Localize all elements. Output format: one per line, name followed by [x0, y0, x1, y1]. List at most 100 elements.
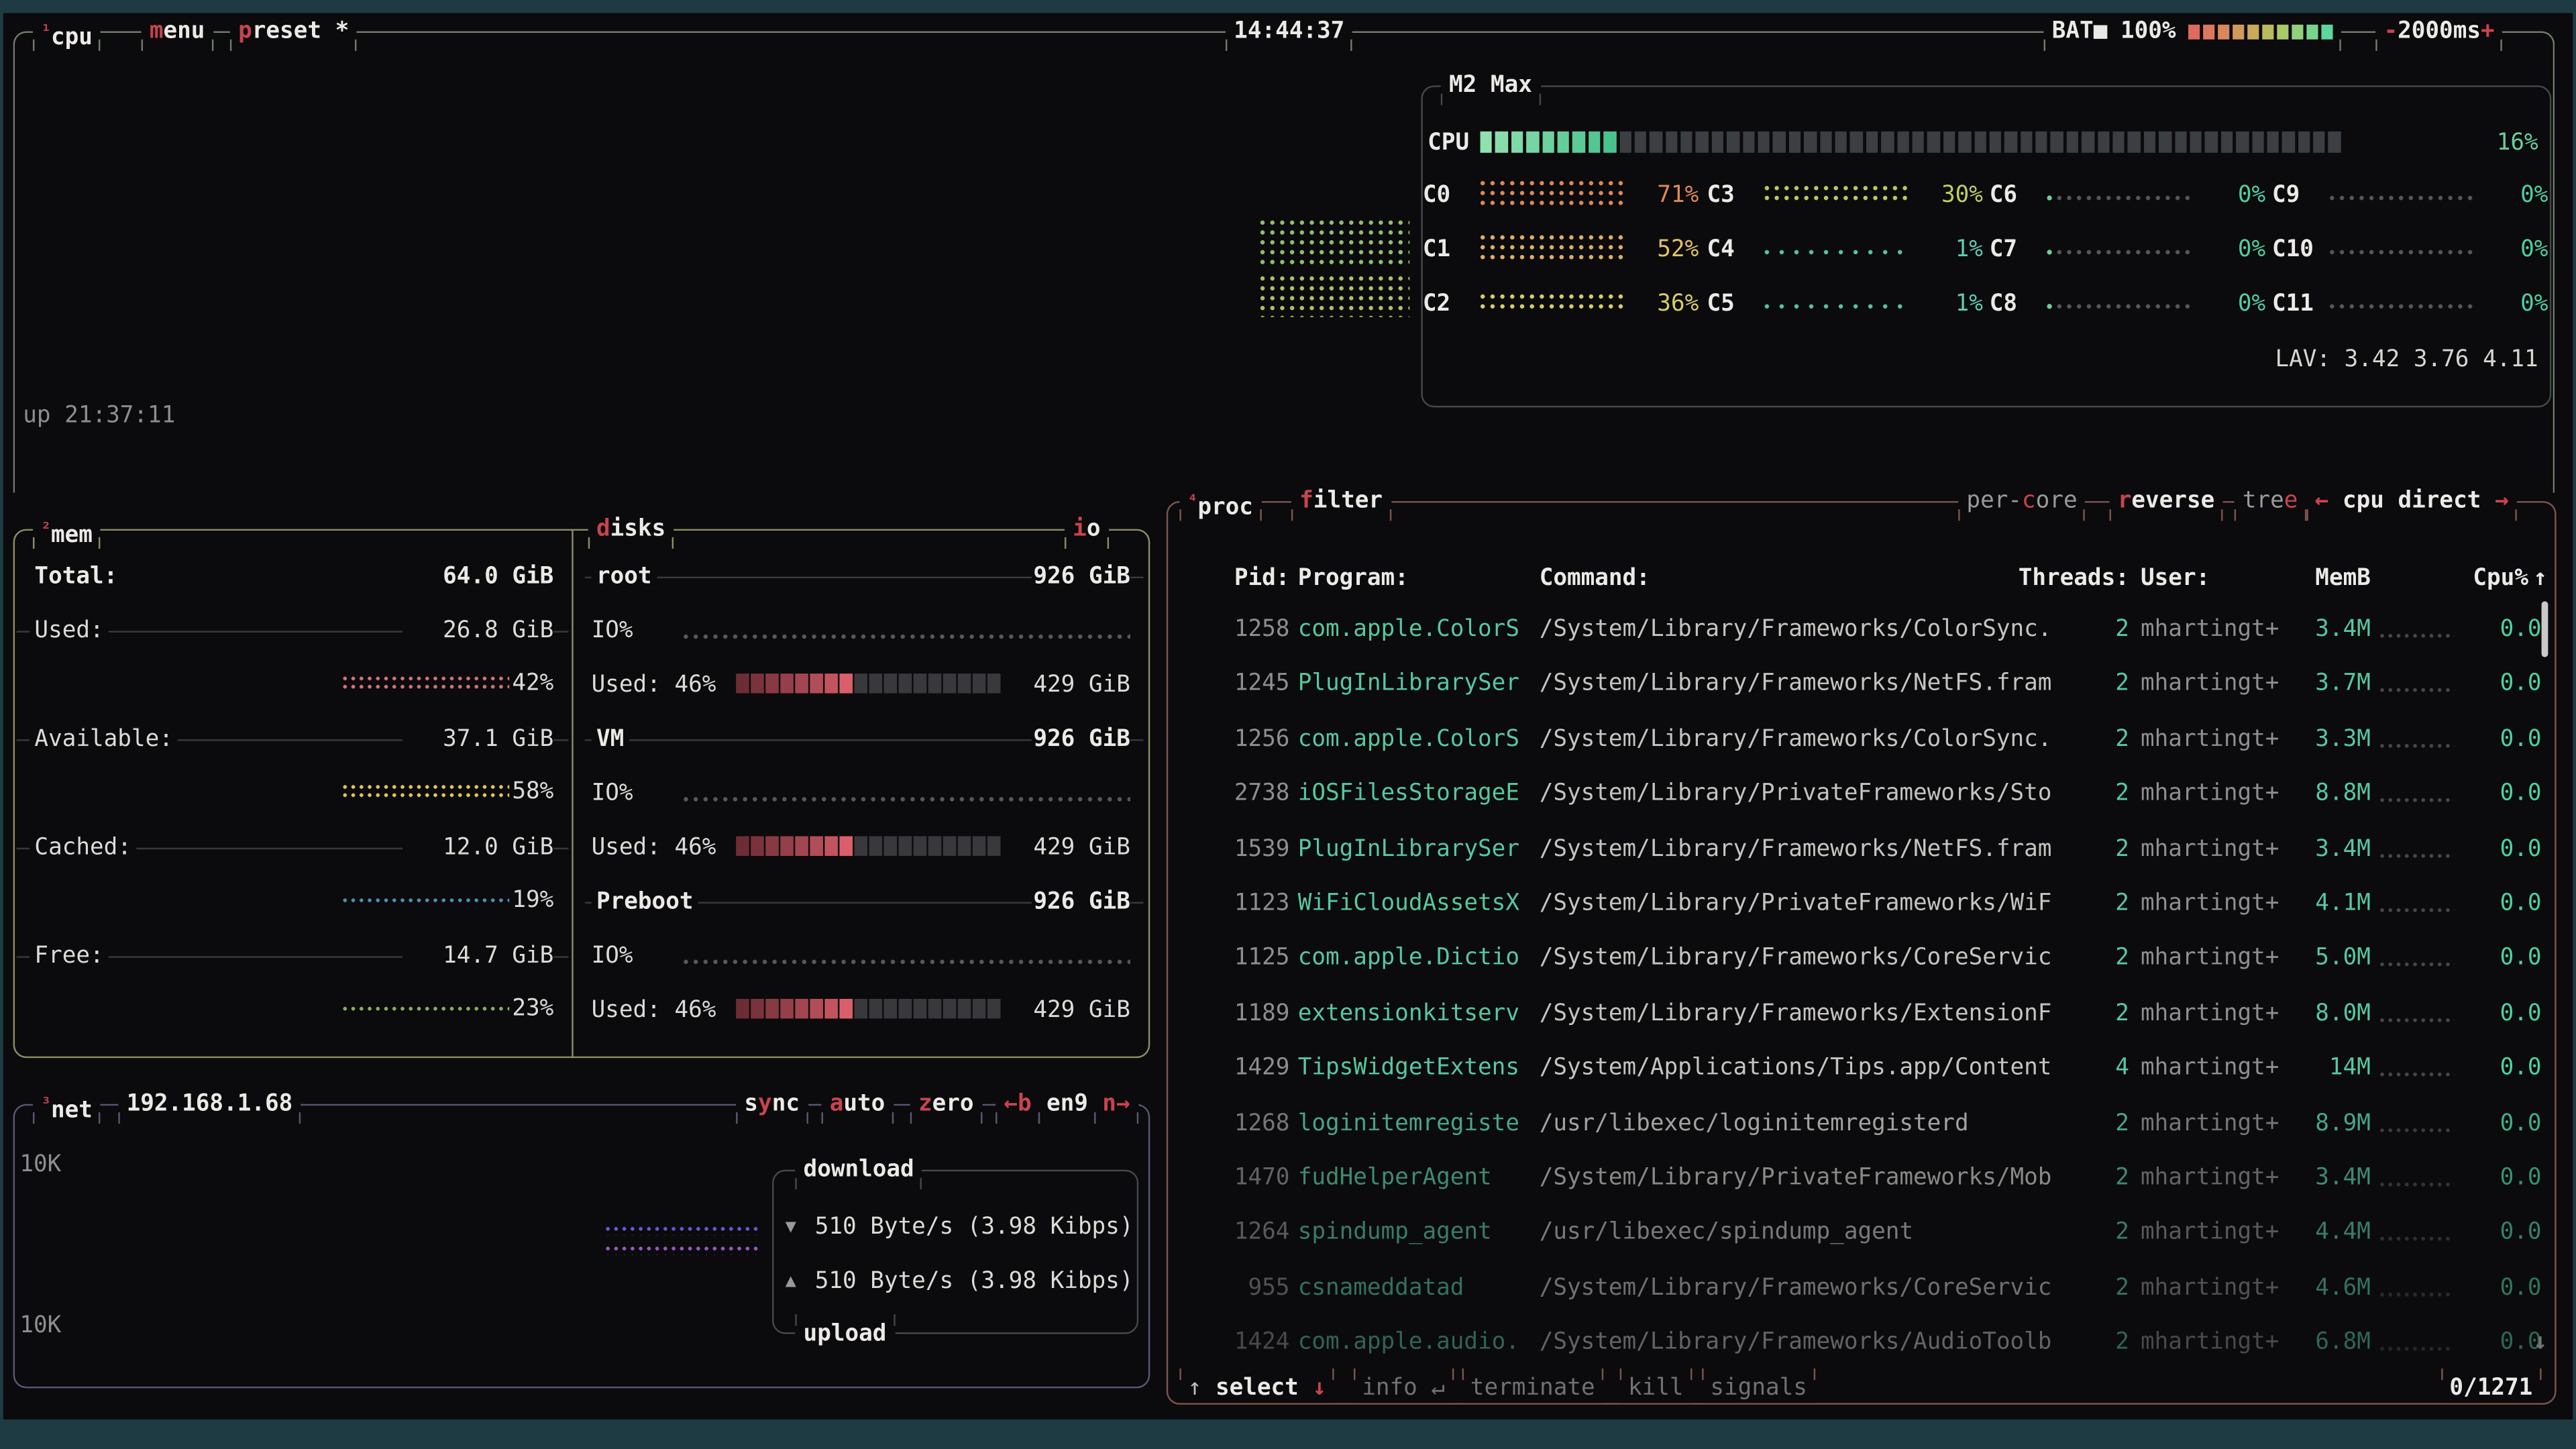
signals-button[interactable]: signals	[1702, 1375, 1815, 1403]
process-row[interactable]: 1245PlugInLibrarySer/System/Library/Fram…	[1170, 669, 2550, 702]
disk-used-segment	[884, 837, 898, 856]
column-header-program[interactable]: Program:	[1298, 564, 1409, 593]
preset-button[interactable]: preset *	[230, 18, 358, 46]
disk-used-segment	[958, 837, 971, 856]
process-row[interactable]: 1470fudHelperAgent/System/Library/Privat…	[1170, 1163, 2550, 1196]
proc-box-title[interactable]: ⁴proc	[1179, 488, 1261, 516]
core-label: C4	[1707, 235, 1734, 264]
proc-scrollbar[interactable]	[2542, 601, 2548, 657]
cpu-meter-segment	[1666, 131, 1678, 153]
disk-used-segment	[765, 999, 779, 1018]
mem-stat-value: 37.1 GiB	[402, 724, 553, 754]
process-mem: 3.3M	[2292, 724, 2371, 754]
refresh-minus-button[interactable]: -	[2383, 18, 2398, 44]
cpu-meter-segment	[2035, 131, 2047, 153]
process-row[interactable]: 1268loginitemregiste/usr/libexec/loginit…	[1170, 1109, 2550, 1142]
column-header-cpu[interactable]: Cpu%	[2456, 564, 2528, 593]
net-zero-toggle[interactable]: zero	[910, 1091, 982, 1119]
column-header-command[interactable]: Command:	[1540, 564, 1650, 593]
core-usage-graph	[1479, 233, 1623, 262]
cpu-box-title[interactable]: ¹cpu	[33, 18, 101, 46]
mem-stat-label: Free:	[30, 941, 109, 971]
proc-filter-button[interactable]: filter	[1291, 488, 1391, 516]
net-sync-toggle[interactable]: sync	[736, 1091, 808, 1119]
kill-button[interactable]: kill	[1620, 1375, 1692, 1403]
net-prev-iface-button[interactable]: ←b	[996, 1091, 1040, 1119]
disk-used-value: 429 GiB	[1032, 670, 1130, 700]
process-row[interactable]: 1256com.apple.ColorS/System/Library/Fram…	[1170, 724, 2550, 757]
net-auto-toggle[interactable]: auto	[821, 1091, 893, 1119]
column-header-user[interactable]: User:	[2141, 564, 2210, 593]
upload-speed: 510 Byte/s (3.98 Kibps)	[815, 1267, 1134, 1296]
process-row[interactable]: 1424com.apple.audio./System/Library/Fram…	[1170, 1328, 2550, 1360]
process-row[interactable]: 1258com.apple.ColorS/System/Library/Fram…	[1170, 614, 2550, 647]
core-percent: 30%	[1904, 180, 1983, 210]
cpu-meter-segment	[1742, 131, 1754, 153]
process-row[interactable]: 1429TipsWidgetExtens/System/Applications…	[1170, 1053, 2550, 1086]
select-control[interactable]: ↑ select ↓	[1179, 1375, 1334, 1403]
process-mem-graph	[2379, 633, 2455, 639]
disk-used-segment	[958, 674, 971, 693]
disk-used-segment	[884, 999, 898, 1018]
net-box-title[interactable]: ³net	[33, 1091, 101, 1119]
terminate-button[interactable]: terminate	[1462, 1375, 1603, 1403]
process-row[interactable]: 2738iOSFilesStorageE/System/Library/Priv…	[1170, 779, 2550, 812]
process-user: mhartingt+	[2141, 1053, 2279, 1083]
process-program: TipsWidgetExtens	[1298, 1053, 1519, 1083]
menu-button[interactable]: menu	[142, 18, 213, 46]
reverse-toggle[interactable]: reverse	[2109, 488, 2222, 516]
process-row[interactable]: 1264spindump_agent/usr/libexec/spindump_…	[1170, 1218, 2550, 1250]
process-threads: 2	[2017, 779, 2129, 808]
tree-toggle[interactable]: tree	[2235, 488, 2306, 516]
battery-segment	[2189, 25, 2200, 40]
column-header-pid[interactable]: Pid:	[1194, 564, 1289, 593]
disk-used-segment	[810, 837, 823, 856]
process-mem-graph	[2379, 1291, 2455, 1298]
core-label: C2	[1423, 289, 1450, 319]
process-pid: 1256	[1194, 724, 1289, 754]
info-button[interactable]: info ↵	[1354, 1375, 1453, 1403]
process-row[interactable]: 1539PlugInLibrarySer/System/Library/Fram…	[1170, 835, 2550, 867]
mem-used-percent: 42%	[488, 669, 553, 698]
disk-used-label: Used: 46%	[592, 833, 716, 863]
io-mode-toggle[interactable]: io	[1065, 516, 1109, 544]
cpu-meter-segment	[1758, 131, 1770, 153]
core-usage-graph	[2045, 248, 2190, 258]
process-row[interactable]: 1189extensionkitserv/System/Library/Fram…	[1170, 999, 2550, 1032]
load-average: LAV: 3.42 3.76 4.11	[2169, 345, 2538, 374]
mem-stat-label: Cached:	[30, 833, 136, 863]
disk-used-segment	[943, 674, 957, 693]
cpu-total-label: CPU	[1428, 128, 1469, 158]
process-row[interactable]: 1125com.apple.Dictio/System/Library/Fram…	[1170, 943, 2550, 976]
process-cpu: 0.0	[2469, 724, 2542, 754]
process-command: /usr/libexec/loginitemregisterd	[1540, 1109, 1969, 1138]
column-header-threads[interactable]: Threads:	[2017, 564, 2129, 593]
column-header-mem[interactable]: MemB	[2292, 564, 2371, 593]
net-scale-bottom: 10K	[19, 1311, 61, 1340]
process-row[interactable]: 1123WiFiCloudAssetsX/System/Library/Priv…	[1170, 889, 2550, 922]
mem-stat-label: Used:	[30, 616, 109, 645]
disks-title[interactable]: disks	[588, 516, 674, 544]
download-title: download	[795, 1157, 922, 1185]
upload-arrow-icon: ▲	[786, 1267, 796, 1296]
process-user: mhartingt+	[2141, 1273, 2279, 1303]
core-usage-graph	[2045, 194, 2190, 204]
process-row[interactable]: 955csnameddatad/System/Library/Framework…	[1170, 1273, 2550, 1306]
disk-used-label: Used: 46%	[592, 670, 716, 700]
sort-direction-icon[interactable]: ↑	[2533, 564, 2547, 593]
process-user: mhartingt+	[2141, 1163, 2279, 1193]
process-mem-graph	[2379, 853, 2455, 859]
process-mem: 3.4M	[2292, 614, 2371, 644]
process-mem: 8.0M	[2292, 999, 2371, 1028]
net-next-iface-button[interactable]: n→	[1094, 1091, 1138, 1119]
process-user: mhartingt+	[2141, 943, 2279, 973]
sort-column-selector[interactable]: ← cpu direct →	[2306, 488, 2517, 516]
disk-used-segment	[751, 837, 764, 856]
per-core-toggle[interactable]: per-core	[1958, 488, 2086, 516]
mem-box-title[interactable]: ²mem	[33, 516, 101, 544]
process-mem: 3.4M	[2292, 1163, 2371, 1193]
refresh-plus-button[interactable]: +	[2481, 18, 2495, 44]
process-user: mhartingt+	[2141, 889, 2279, 918]
core-usage-graph	[2328, 194, 2473, 204]
mem-stat-value: 64.0 GiB	[402, 562, 553, 592]
